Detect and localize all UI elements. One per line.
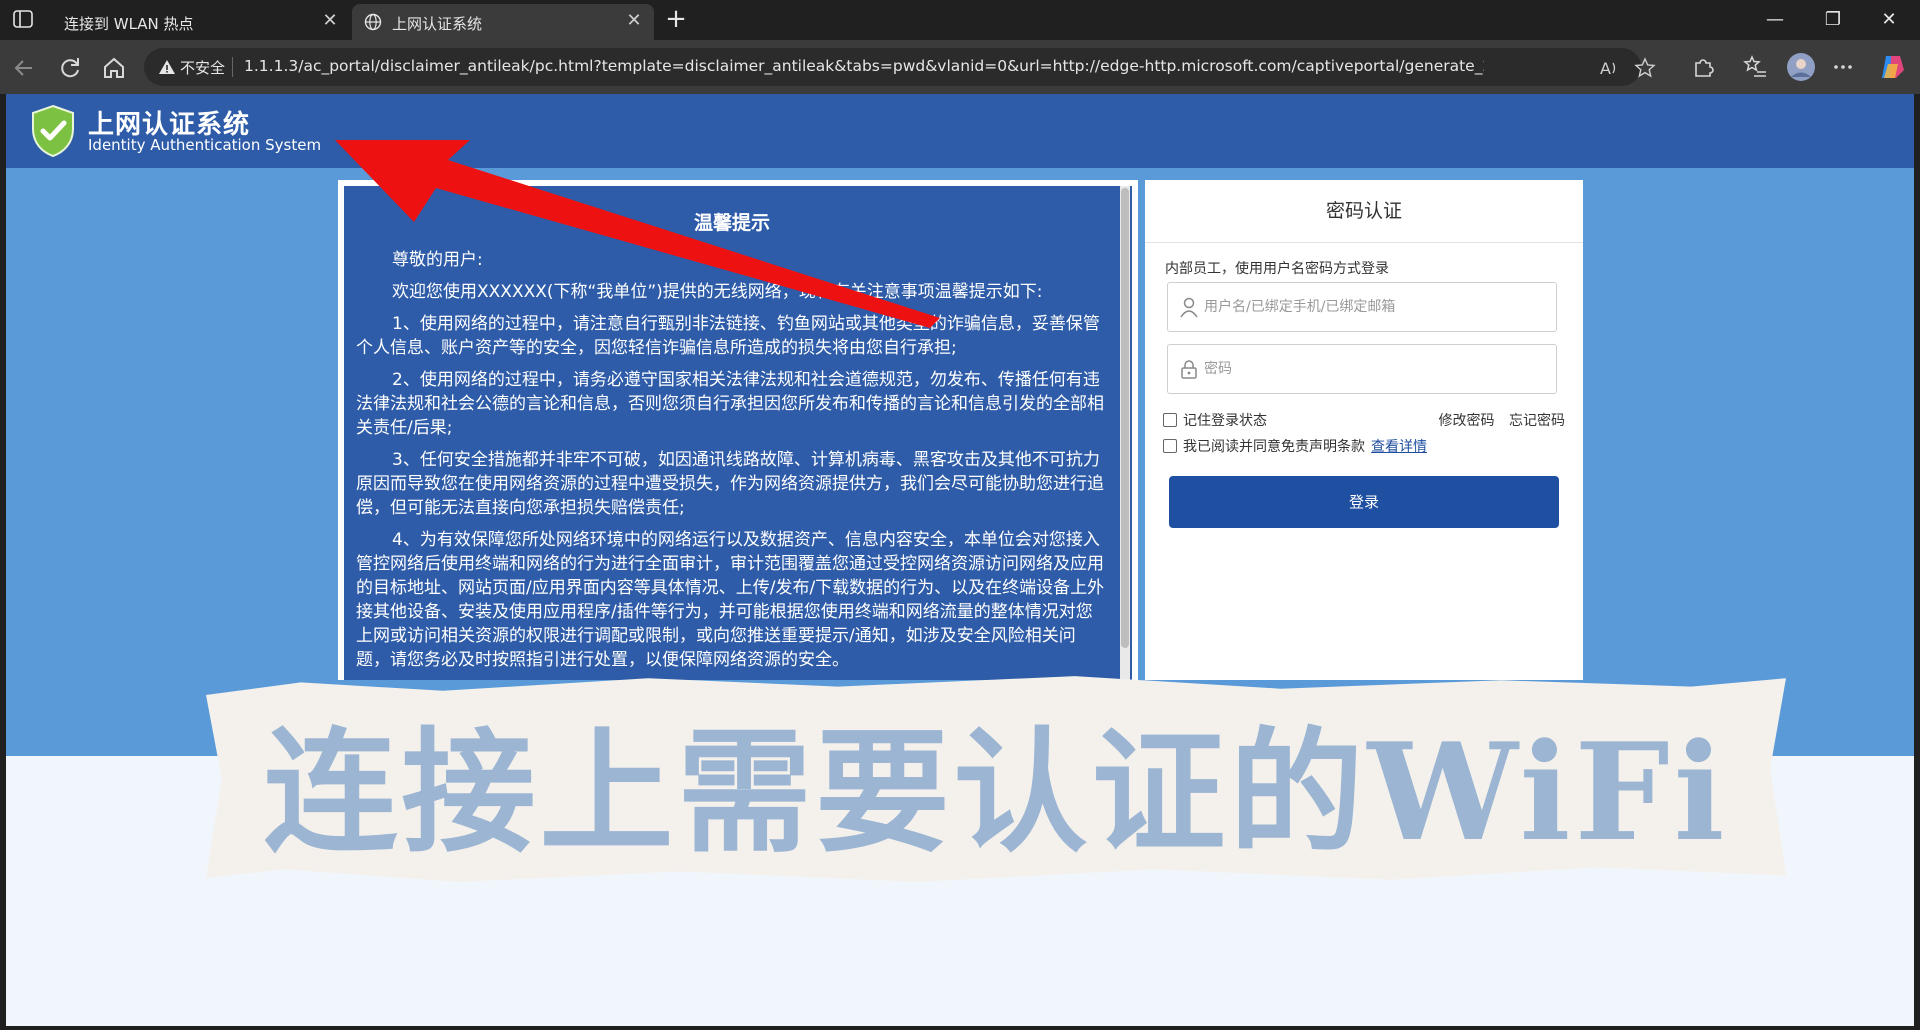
overlay-caption: 连接上需要认证的WiFi: [263, 713, 1729, 871]
notice-body: 尊敬的用户: 欢迎您使用XXXXXX(下称“我单位”)提供的无线网络，现将有关注…: [356, 248, 1108, 680]
close-tab-icon[interactable]: ✕: [320, 10, 340, 31]
home-icon[interactable]: [98, 52, 130, 84]
favorites-icon[interactable]: [1742, 54, 1768, 80]
agree-label[interactable]: 我已阅读并同意免责声明条款: [1183, 439, 1365, 455]
remember-checkbox[interactable]: [1163, 413, 1177, 427]
restore-button[interactable]: ❐: [1810, 6, 1856, 34]
minimize-button[interactable]: —: [1752, 6, 1798, 34]
notice-title: 温馨提示: [693, 212, 770, 234]
refresh-icon[interactable]: [54, 52, 86, 84]
warning-icon[interactable]: [158, 58, 176, 76]
site-subtitle: Identity Authentication System: [88, 136, 322, 154]
account-links: 修改密码 忘记密码: [1429, 410, 1565, 430]
remember-row: 记住登录状态: [1163, 410, 1267, 430]
change-password-link[interactable]: 修改密码: [1439, 413, 1495, 429]
security-status-label[interactable]: 不安全: [180, 57, 225, 78]
globe-icon: [364, 13, 382, 31]
agree-row: 我已阅读并同意免责声明条款 查看详情: [1163, 436, 1427, 456]
profile-avatar[interactable]: [1786, 52, 1816, 82]
tab-wlan-hotspot[interactable]: 连接到 WLAN 热点 ✕: [46, 4, 350, 40]
notice-scrollbar-thumb[interactable]: [1121, 188, 1129, 648]
forgot-password-link[interactable]: 忘记密码: [1509, 413, 1565, 429]
shield-check-logo-icon: [32, 104, 74, 158]
divider: [232, 57, 233, 77]
notice-paragraph: 1、使用网络的过程中，请注意自行甄别非法链接、钓鱼网站或其他类型的诈骗信息，妥善…: [356, 314, 1100, 358]
password-field[interactable]: [1167, 344, 1557, 394]
close-window-button[interactable]: ✕: [1866, 6, 1912, 34]
notice-paragraph: 欢迎您使用XXXXXX(下称“我单位”)提供的无线网络，现将有关注意事项温馨提示…: [392, 282, 1043, 302]
browser-toolbar: 不安全 1.1.1.3/ac_portal/disclaimer_antilea…: [0, 40, 1920, 94]
login-panel: 密码认证 内部员工，使用用户名密码方式登录 记住登录状态 修改密码 忘记密码: [1145, 180, 1583, 680]
more-options-icon[interactable]: [1830, 54, 1856, 80]
notice-paragraph: 尊敬的用户:: [392, 250, 483, 270]
extensions-icon[interactable]: [1690, 54, 1716, 80]
address-bar[interactable]: 不安全 1.1.1.3/ac_portal/disclaimer_antilea…: [144, 48, 1656, 86]
close-tab-icon[interactable]: ✕: [624, 10, 644, 31]
copilot-icon[interactable]: [1878, 52, 1908, 82]
password-input[interactable]: [1202, 357, 1546, 381]
notice-paragraph: 4、为有效保障您所处网络环境中的网络运行以及数据资产、信息内容安全，本单位会对您…: [356, 530, 1105, 670]
user-icon: [1180, 297, 1198, 318]
view-details-link[interactable]: 查看详情: [1371, 439, 1427, 455]
agree-checkbox[interactable]: [1163, 439, 1177, 453]
lock-icon: [1181, 360, 1197, 379]
notice-content[interactable]: 温馨提示 尊敬的用户: 欢迎您使用XXXXXX(下称“我单位”)提供的无线网络，…: [344, 186, 1132, 680]
site-header: 上网认证系统 Identity Authentication System: [6, 94, 1914, 168]
notice-paragraph: 3、任何安全措施都并非牢不可破，如因通讯线路故障、计算机病毒、黑客攻击及其他不可…: [356, 450, 1104, 518]
login-hint: 内部员工，使用用户名密码方式登录: [1165, 261, 1389, 277]
tab-actions-icon[interactable]: [12, 8, 34, 30]
username-field[interactable]: [1167, 282, 1557, 332]
login-title: 密码认证: [1145, 180, 1583, 243]
svg-text:A: A: [1600, 59, 1611, 78]
remember-label[interactable]: 记住登录状态: [1183, 413, 1267, 429]
back-arrow-icon[interactable]: [8, 52, 40, 84]
url-text[interactable]: 1.1.1.3/ac_portal/disclaimer_antileak/pc…: [244, 57, 1484, 75]
notice-panel: 温馨提示 尊敬的用户: 欢迎您使用XXXXXX(下称“我单位”)提供的无线网络，…: [338, 180, 1138, 680]
overlay-caption-banner: 连接上需要认证的WiFi: [206, 676, 1786, 882]
tab-label: 上网认证系统: [392, 15, 483, 33]
new-tab-button[interactable]: +: [662, 4, 690, 34]
login-button[interactable]: 登录: [1169, 476, 1559, 528]
tab-label: 连接到 WLAN 热点: [64, 15, 194, 33]
favorite-star-icon[interactable]: [1634, 57, 1656, 79]
username-input[interactable]: [1202, 295, 1546, 319]
tab-auth-system[interactable]: 上网认证系统 ✕: [352, 4, 654, 40]
portal-page: 上网认证系统 Identity Authentication System 温馨…: [6, 94, 1914, 1026]
read-aloud-icon[interactable]: A: [1598, 57, 1620, 79]
notice-paragraph: 2、使用网络的过程中，请务必遵守国家相关法律法规和社会道德规范，勿发布、传播任何…: [356, 370, 1104, 438]
tab-bar: 连接到 WLAN 热点 ✕ 上网认证系统 ✕ + — ❐ ✕: [0, 0, 1920, 40]
